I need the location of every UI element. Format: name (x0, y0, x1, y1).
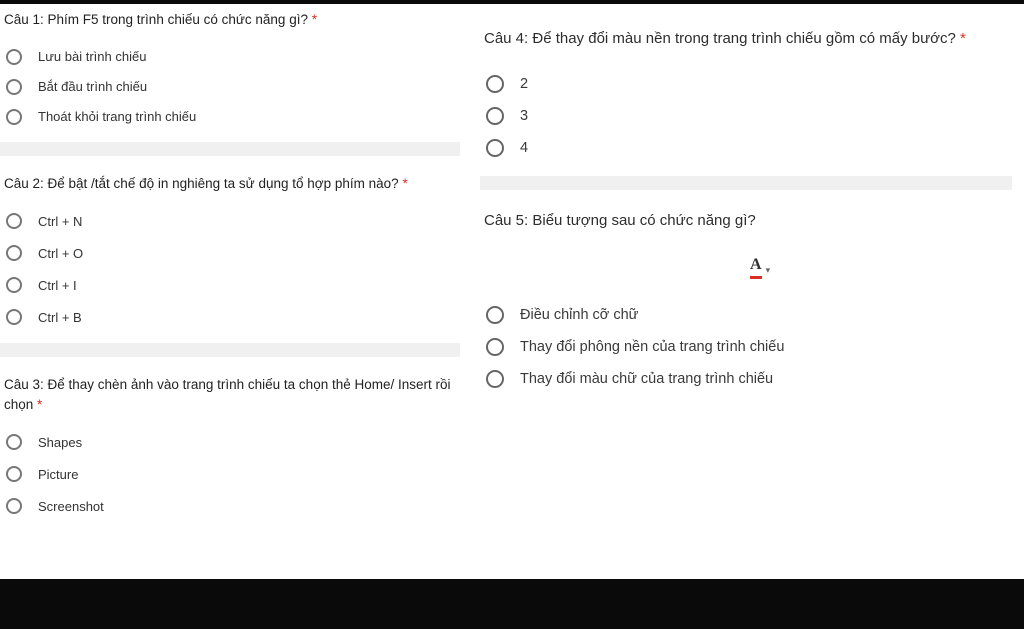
option-label: Thoát khỏi trang trình chiếu (38, 109, 196, 124)
question-text: Câu 4: Để thay đổi màu nền trong trang t… (484, 30, 956, 47)
required-star: * (960, 30, 966, 47)
option-label: Ctrl + B (38, 310, 82, 325)
option-label: Ctrl + I (38, 278, 77, 293)
question-2: Câu 2: Để bật /tắt chế độ in nghiêng ta … (0, 170, 460, 338)
q2-option-1[interactable]: Ctrl + O (6, 237, 460, 269)
q5-option-0[interactable]: Điều chỉnh cỡ chữ (486, 299, 1012, 331)
radio-icon (486, 338, 504, 356)
option-label: Thay đổi màu chữ của trang trình chiếu (520, 371, 773, 387)
bottom-black-strip (0, 579, 1024, 629)
q4-option-1[interactable]: 3 (486, 100, 1012, 132)
radio-icon (6, 277, 22, 293)
radio-icon (6, 309, 22, 325)
q3-option-1[interactable]: Picture (6, 458, 460, 490)
radio-icon (486, 370, 504, 388)
letter-a-icon: A (750, 257, 762, 279)
question-text: Câu 1: Phím F5 trong trình chiếu có chức… (4, 12, 308, 27)
option-label: Ctrl + O (38, 246, 83, 261)
option-label: 4 (520, 140, 528, 156)
q3-option-0[interactable]: Shapes (6, 426, 460, 458)
question-5-title: Câu 5: Biểu tượng sau có chức năng gì? (482, 206, 1012, 242)
right-column: Câu 4: Để thay đổi màu nền trong trang t… (460, 6, 1024, 576)
q4-option-2[interactable]: 4 (486, 132, 1012, 164)
icon-sample: A ▾ (482, 242, 1012, 297)
q1-option-0[interactable]: Lưu bài trình chiếu (6, 42, 460, 72)
radio-icon (6, 466, 22, 482)
question-4-options: 2 3 4 (482, 60, 1012, 168)
section-divider (0, 343, 460, 357)
question-2-options: Ctrl + N Ctrl + O Ctrl + I Ctrl + B (2, 203, 460, 337)
question-text: Câu 5: Biểu tượng sau có chức năng gì? (484, 212, 756, 229)
question-3: Câu 3: Để thay chèn ảnh vào trang trình … (0, 371, 460, 526)
section-divider (0, 142, 460, 156)
q3-option-2[interactable]: Screenshot (6, 490, 460, 522)
q2-option-3[interactable]: Ctrl + B (6, 301, 460, 333)
radio-icon (486, 107, 504, 125)
option-label: Lưu bài trình chiếu (38, 49, 146, 64)
question-5-options: Điều chỉnh cỡ chữ Thay đổi phông nền của… (482, 297, 1012, 399)
page-root: Câu 1: Phím F5 trong trình chiếu có chức… (0, 0, 1024, 629)
left-column: Câu 1: Phím F5 trong trình chiếu có chức… (0, 6, 460, 576)
top-black-strip (0, 0, 1024, 4)
required-star: * (402, 176, 407, 191)
q1-option-2[interactable]: Thoát khỏi trang trình chiếu (6, 102, 460, 132)
option-label: Shapes (38, 435, 82, 450)
radio-icon (486, 75, 504, 93)
radio-icon (6, 498, 22, 514)
radio-icon (6, 79, 22, 95)
option-label: 2 (520, 76, 528, 92)
radio-icon (6, 434, 22, 450)
option-label: Picture (38, 467, 78, 482)
question-4-title: Câu 4: Để thay đổi màu nền trong trang t… (482, 24, 1012, 60)
text-color-icon: A ▾ (750, 257, 770, 279)
question-text: Câu 2: Để bật /tắt chế độ in nghiêng ta … (4, 176, 399, 191)
radio-icon (486, 306, 504, 324)
question-1-options: Lưu bài trình chiếu Bắt đầu trình chiếu … (2, 40, 460, 136)
question-1-title: Câu 1: Phím F5 trong trình chiếu có chức… (2, 6, 460, 40)
required-star: * (312, 12, 317, 27)
question-2-title: Câu 2: Để bật /tắt chế độ in nghiêng ta … (2, 170, 460, 204)
option-label: Điều chỉnh cỡ chữ (520, 307, 638, 323)
question-1: Câu 1: Phím F5 trong trình chiếu có chức… (0, 6, 460, 136)
q2-option-2[interactable]: Ctrl + I (6, 269, 460, 301)
question-3-options: Shapes Picture Screenshot (2, 424, 460, 526)
radio-icon (6, 49, 22, 65)
option-label: Thay đổi phông nền của trang trình chiếu (520, 339, 784, 355)
question-3-title: Câu 3: Để thay chèn ảnh vào trang trình … (2, 371, 460, 424)
option-label: Screenshot (38, 499, 104, 514)
option-label: Ctrl + N (38, 214, 82, 229)
q4-option-0[interactable]: 2 (486, 68, 1012, 100)
content-area: Câu 1: Phím F5 trong trình chiếu có chức… (0, 6, 1024, 576)
option-label: Bắt đầu trình chiếu (38, 79, 147, 94)
option-label: 3 (520, 108, 528, 124)
radio-icon (486, 139, 504, 157)
q5-option-2[interactable]: Thay đổi màu chữ của trang trình chiếu (486, 363, 1012, 395)
section-divider (480, 176, 1012, 190)
question-text: Câu 3: Để thay chèn ảnh vào trang trình … (4, 377, 451, 412)
question-4: Câu 4: Để thay đổi màu nền trong trang t… (480, 6, 1012, 168)
q5-option-1[interactable]: Thay đổi phông nền của trang trình chiếu (486, 331, 1012, 363)
radio-icon (6, 245, 22, 261)
radio-icon (6, 213, 22, 229)
q2-option-0[interactable]: Ctrl + N (6, 205, 460, 237)
chevron-down-icon: ▾ (766, 259, 771, 276)
required-star: * (37, 397, 42, 412)
q1-option-1[interactable]: Bắt đầu trình chiếu (6, 72, 460, 102)
question-5: Câu 5: Biểu tượng sau có chức năng gì? A… (480, 206, 1012, 399)
radio-icon (6, 109, 22, 125)
